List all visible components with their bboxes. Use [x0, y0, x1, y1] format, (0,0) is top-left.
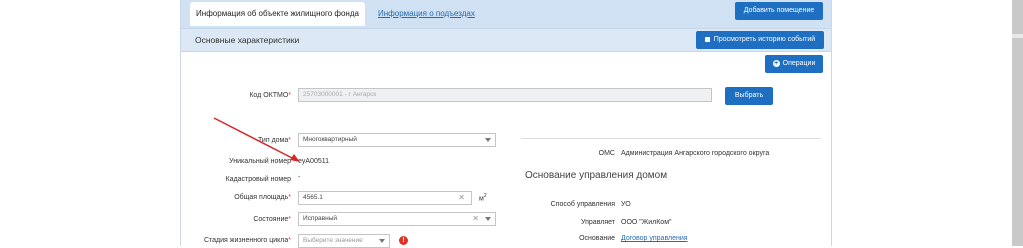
required-mark: *	[288, 92, 291, 99]
lifecycle-label: Стадия жизненного цикла*	[181, 237, 291, 244]
method-label: Способ управления	[550, 201, 615, 208]
square-icon	[704, 36, 710, 42]
history-button-label: Просмотреть историю событий	[713, 36, 816, 43]
state-label-text: Состояние	[253, 216, 289, 223]
chevron-down-icon	[485, 217, 491, 221]
required-mark: *	[288, 237, 291, 244]
house-type-label-text: Тип дома	[257, 137, 289, 144]
oktmo-label: Код ОКТМО*	[221, 92, 291, 99]
required-mark: *	[288, 216, 291, 223]
area-input[interactable]: 4565.1 ✕	[298, 191, 472, 205]
basis-link[interactable]: Договор управления	[621, 235, 688, 242]
state-label: Состояние*	[201, 216, 291, 223]
tab-entrances[interactable]: Информация о подъездах	[378, 2, 475, 26]
area-unit-sup: 2	[483, 193, 487, 199]
scrollbar[interactable]	[1012, 0, 1023, 246]
object-card: Информация об объекте жилищного фонда Ин…	[180, 0, 832, 248]
oktmo-field: 25703000001 - г Ангарск	[298, 88, 712, 102]
exclamation-circle-icon: !	[399, 236, 408, 245]
state-value: Исправный	[303, 215, 338, 222]
house-type-label: Тип дома*	[221, 137, 291, 144]
basis-label: Основание	[579, 235, 615, 242]
section-header: Основные характеристики Просмотреть исто…	[181, 28, 831, 52]
area-value: 4565.1	[303, 194, 323, 201]
area-label-text: Общая площадь	[234, 194, 289, 201]
management-title: Основание управления домом	[525, 170, 668, 181]
operations-button-label: Операции	[782, 60, 816, 67]
lifecycle-label-text: Стадия жизненного цикла	[203, 237, 289, 244]
chevron-down-icon	[485, 138, 491, 142]
required-mark: *	[288, 194, 291, 201]
operations-button[interactable]: + Операции	[765, 55, 823, 73]
chevron-down-icon	[379, 239, 385, 243]
area-label: Общая площадь*	[201, 194, 291, 201]
oms-value: Администрация Ангарского городского окру…	[621, 150, 770, 157]
select-button[interactable]: Выбрать	[725, 87, 773, 105]
tab-bar: Информация об объекте жилищного фонда Ин…	[181, 0, 831, 28]
method-value: УО	[621, 201, 631, 208]
tab-object-info[interactable]: Информация об объекте жилищного фонда	[190, 2, 365, 26]
close-icon[interactable]: ✕	[458, 192, 465, 204]
add-room-button[interactable]: Добавить помещение	[735, 2, 823, 20]
unique-number-value: eyA00511	[298, 158, 330, 165]
section-title: Основные характеристики	[195, 35, 300, 45]
house-type-select[interactable]: Многоквартирный	[298, 133, 496, 147]
required-mark: *	[288, 137, 291, 144]
area-unit: м2	[479, 193, 487, 202]
house-type-value: Многоквартирный	[303, 136, 357, 143]
cadastral-value: -	[298, 174, 301, 181]
lifecycle-placeholder: Выберите значение	[303, 237, 363, 244]
oktmo-label-text: Код ОКТМО	[249, 92, 289, 99]
manager-label: Управляет	[580, 219, 615, 226]
oms-label: ОМС	[598, 150, 615, 157]
close-icon[interactable]: ✕	[472, 213, 479, 225]
divider	[521, 138, 821, 139]
state-select[interactable]: Исправный ✕	[298, 212, 496, 226]
unique-number-label: Уникальный номер	[229, 158, 291, 165]
manager-value: ООО "ЖилКом"	[621, 219, 672, 226]
cadastral-label: Кадастровый номер	[225, 176, 291, 183]
history-button[interactable]: Просмотреть историю событий	[696, 31, 824, 49]
plus-circle-icon: +	[772, 59, 780, 67]
